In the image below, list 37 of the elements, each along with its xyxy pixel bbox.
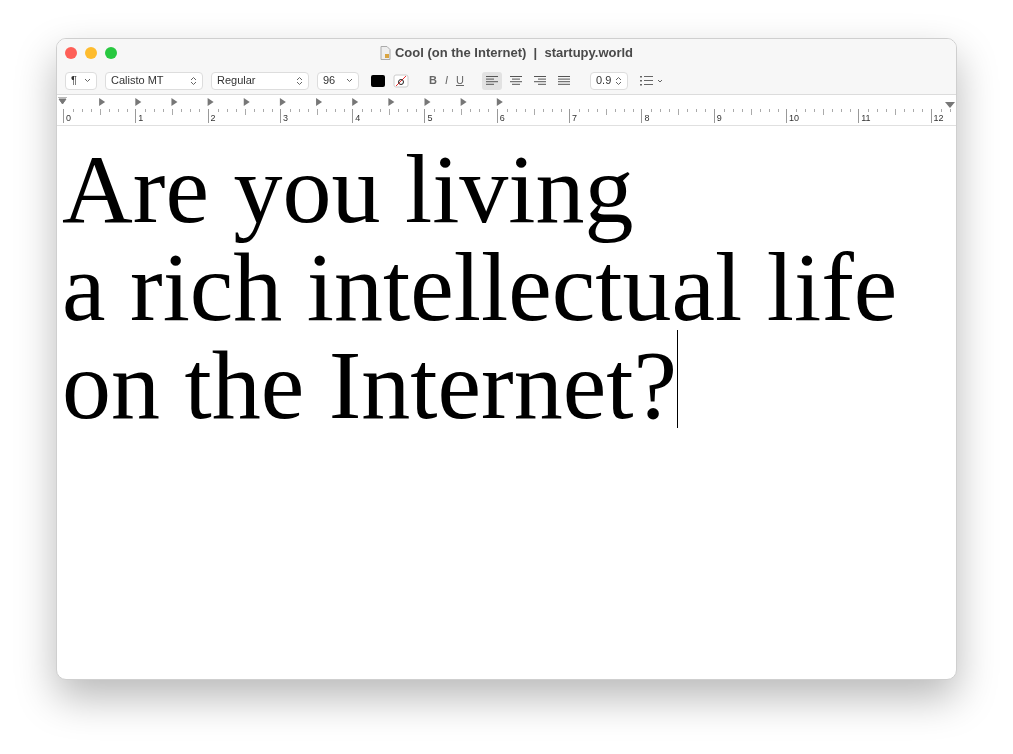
ruler-number: 12 bbox=[933, 112, 944, 124]
text-color-swatch[interactable] bbox=[371, 74, 385, 87]
text-style-button[interactable]: B bbox=[425, 71, 441, 90]
ruler-number: 5 bbox=[427, 112, 433, 124]
align-justify-icon bbox=[557, 75, 570, 86]
stepper-arrows-icon bbox=[296, 75, 303, 86]
window-title: Cool (on the Internet) | startupy.world bbox=[394, 44, 634, 62]
font-size-combo[interactable]: 96 bbox=[317, 71, 359, 90]
chevron-down-icon bbox=[346, 78, 353, 83]
background-color-icon[interactable] bbox=[393, 73, 409, 88]
ruler-number: 11 bbox=[861, 112, 871, 124]
close-button[interactable] bbox=[65, 47, 77, 59]
ruler-number: 9 bbox=[716, 112, 722, 124]
ruler-number: 4 bbox=[355, 112, 361, 124]
stepper-arrows-icon bbox=[190, 75, 197, 86]
line-spacing-stepper[interactable]: 0.9 bbox=[589, 71, 628, 90]
text-style-button[interactable]: I bbox=[440, 71, 452, 90]
ruler-number: 6 bbox=[499, 112, 505, 124]
chevron-down-icon bbox=[84, 78, 91, 83]
text-line: on the Internet? bbox=[62, 330, 677, 440]
align-left-button[interactable] bbox=[481, 71, 502, 90]
ruler-number: 0 bbox=[66, 112, 71, 124]
paragraph-style-popup[interactable]: ¶ bbox=[65, 71, 97, 90]
ruler-number: 8 bbox=[644, 112, 650, 124]
text-style-button[interactable]: U bbox=[452, 71, 468, 90]
document-icon bbox=[379, 46, 391, 60]
typeface-popup[interactable]: Regular bbox=[211, 71, 309, 90]
align-right-icon bbox=[533, 75, 546, 86]
ruler-number: 3 bbox=[282, 112, 288, 124]
align-center-icon bbox=[509, 75, 522, 86]
ruler-number: 10 bbox=[788, 112, 799, 124]
ruler-number: 1 bbox=[138, 112, 144, 124]
ruler-number: 7 bbox=[572, 112, 578, 124]
stepper-arrows-icon bbox=[615, 75, 623, 86]
ruler-number: 2 bbox=[210, 112, 216, 124]
align-left-icon bbox=[485, 75, 498, 86]
font-family-popup[interactable]: Calisto MT bbox=[105, 71, 203, 90]
